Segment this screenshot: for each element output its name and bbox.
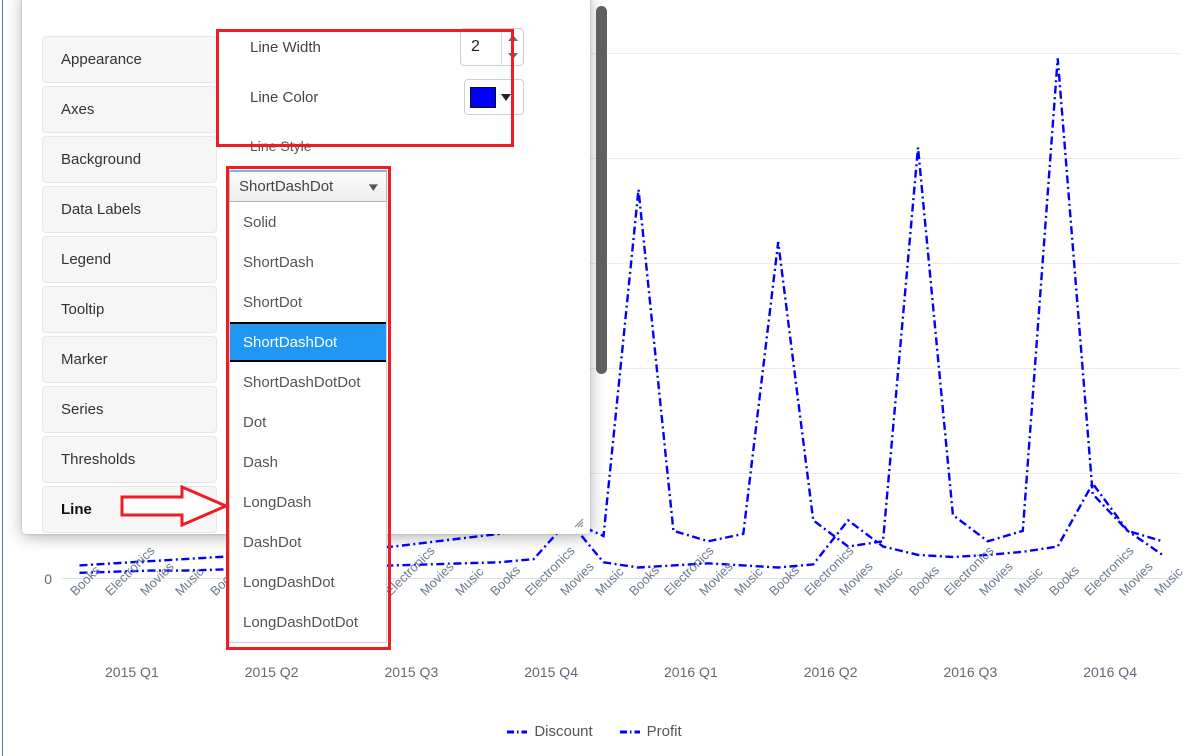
line-style-option-longdash[interactable]: LongDash xyxy=(230,482,386,522)
line-style-option-list: SolidShortDashShortDotShortDashDotShortD… xyxy=(229,202,387,643)
line-style-option-solid[interactable]: Solid xyxy=(230,202,386,242)
stepper-down-icon[interactable] xyxy=(502,47,523,65)
x-group-label: 2016 Q2 xyxy=(771,664,891,680)
y-tick-0: 0 xyxy=(22,571,52,587)
line-style-option-dash[interactable]: Dash xyxy=(230,442,386,482)
right-arrow-annotation xyxy=(120,485,230,527)
line-color-picker[interactable] xyxy=(464,79,524,115)
line-width-stepper[interactable]: 2 xyxy=(460,28,524,66)
line-style-option-shortdash[interactable]: ShortDash xyxy=(230,242,386,282)
line-width-stepper-buttons xyxy=(501,29,523,65)
line-style-option-shortdashdotdot[interactable]: ShortDashDotDot xyxy=(230,362,386,402)
settings-nav-item-tooltip[interactable]: Tooltip xyxy=(42,286,217,333)
legend-line-icon-discount xyxy=(506,727,528,737)
settings-nav-item-background[interactable]: Background xyxy=(42,136,217,183)
line-style-combobox-button[interactable]: ShortDashDot ▾ xyxy=(229,170,387,202)
settings-nav-item-label: Tooltip xyxy=(61,301,104,318)
settings-nav-item-label: Thresholds xyxy=(61,451,135,468)
settings-nav-item-label: Legend xyxy=(61,251,111,268)
line-style-option-shortdot[interactable]: ShortDot xyxy=(230,282,386,322)
line-style-label: Line Style xyxy=(250,138,311,154)
settings-nav-item-label: Background xyxy=(61,151,141,168)
line-settings-pane: Line Width 2 Line Color xyxy=(236,22,536,122)
line-style-option-shortdashdot[interactable]: ShortDashDot xyxy=(230,322,386,362)
line-width-row: Line Width 2 xyxy=(236,22,536,72)
settings-nav-item-label: Line xyxy=(61,501,92,518)
settings-nav-item-label: Axes xyxy=(61,101,94,118)
resize-grip-icon[interactable] xyxy=(572,516,584,528)
settings-nav-item-label: Appearance xyxy=(61,51,142,68)
x-group-label: 2016 Q4 xyxy=(1050,664,1170,680)
settings-nav-item-label: Series xyxy=(61,401,104,418)
settings-nav-item-data-labels[interactable]: Data Labels xyxy=(42,186,217,233)
line-color-swatch xyxy=(470,87,496,108)
dialog-scrollbar-thumb[interactable] xyxy=(596,6,607,374)
line-style-option-longdashdot[interactable]: LongDashDot xyxy=(230,562,386,602)
settings-nav-item-label: Marker xyxy=(61,351,108,368)
x-group-label: 2015 Q3 xyxy=(351,664,471,680)
line-color-row: Line Color xyxy=(236,72,536,122)
line-style-option-longdashdotdot[interactable]: LongDashDotDot xyxy=(230,602,386,642)
x-group-label: 2015 Q4 xyxy=(491,664,611,680)
line-style-selected-value: ShortDashDot xyxy=(239,178,333,195)
x-group-label: 2015 Q1 xyxy=(72,664,192,680)
legend-label-discount: Discount xyxy=(534,723,592,740)
settings-nav-item-marker[interactable]: Marker xyxy=(42,336,217,383)
x-group-label: 2015 Q2 xyxy=(212,664,332,680)
x-group-label: 2016 Q3 xyxy=(910,664,1030,680)
legend-line-icon-profit xyxy=(619,727,641,737)
x-group-label: 2016 Q1 xyxy=(631,664,751,680)
settings-nav-list: Appearance Axes Background Data Labels Legen… xyxy=(42,36,217,536)
line-width-input[interactable]: 2 xyxy=(461,29,501,65)
settings-nav-item-series[interactable]: Series xyxy=(42,386,217,433)
stepper-up-icon[interactable] xyxy=(502,29,523,47)
close-icon[interactable]: ✕ xyxy=(558,0,576,2)
legend-label-profit: Profit xyxy=(647,723,682,740)
settings-nav-item-label: Data Labels xyxy=(61,201,141,218)
line-style-combobox: ShortDashDot ▾ SolidShortDashShortDotSho… xyxy=(229,170,387,643)
chevron-down-icon[interactable]: ▾ xyxy=(369,179,378,195)
settings-nav-item-appearance[interactable]: Appearance xyxy=(42,36,217,83)
line-style-option-dashdot[interactable]: DashDot xyxy=(230,522,386,562)
settings-nav-item-thresholds[interactable]: Thresholds xyxy=(42,436,217,483)
settings-nav-item-legend[interactable]: Legend xyxy=(42,236,217,283)
legend-item-discount[interactable]: Discount xyxy=(506,723,592,740)
line-color-label: Line Color xyxy=(250,89,318,106)
settings-nav-item-axes[interactable]: Axes xyxy=(42,86,217,133)
dialog-scrollbar[interactable] xyxy=(594,0,608,534)
chevron-down-icon[interactable] xyxy=(501,94,511,101)
line-style-option-dot[interactable]: Dot xyxy=(230,402,386,442)
legend-item-profit[interactable]: Profit xyxy=(619,723,682,740)
line-width-label: Line Width xyxy=(250,39,321,56)
page-root: 5 4 3 2 1 0 BooksElectronicsMoviesMusicB… xyxy=(0,0,1188,756)
chart-legend: Discount Profit xyxy=(0,723,1188,740)
